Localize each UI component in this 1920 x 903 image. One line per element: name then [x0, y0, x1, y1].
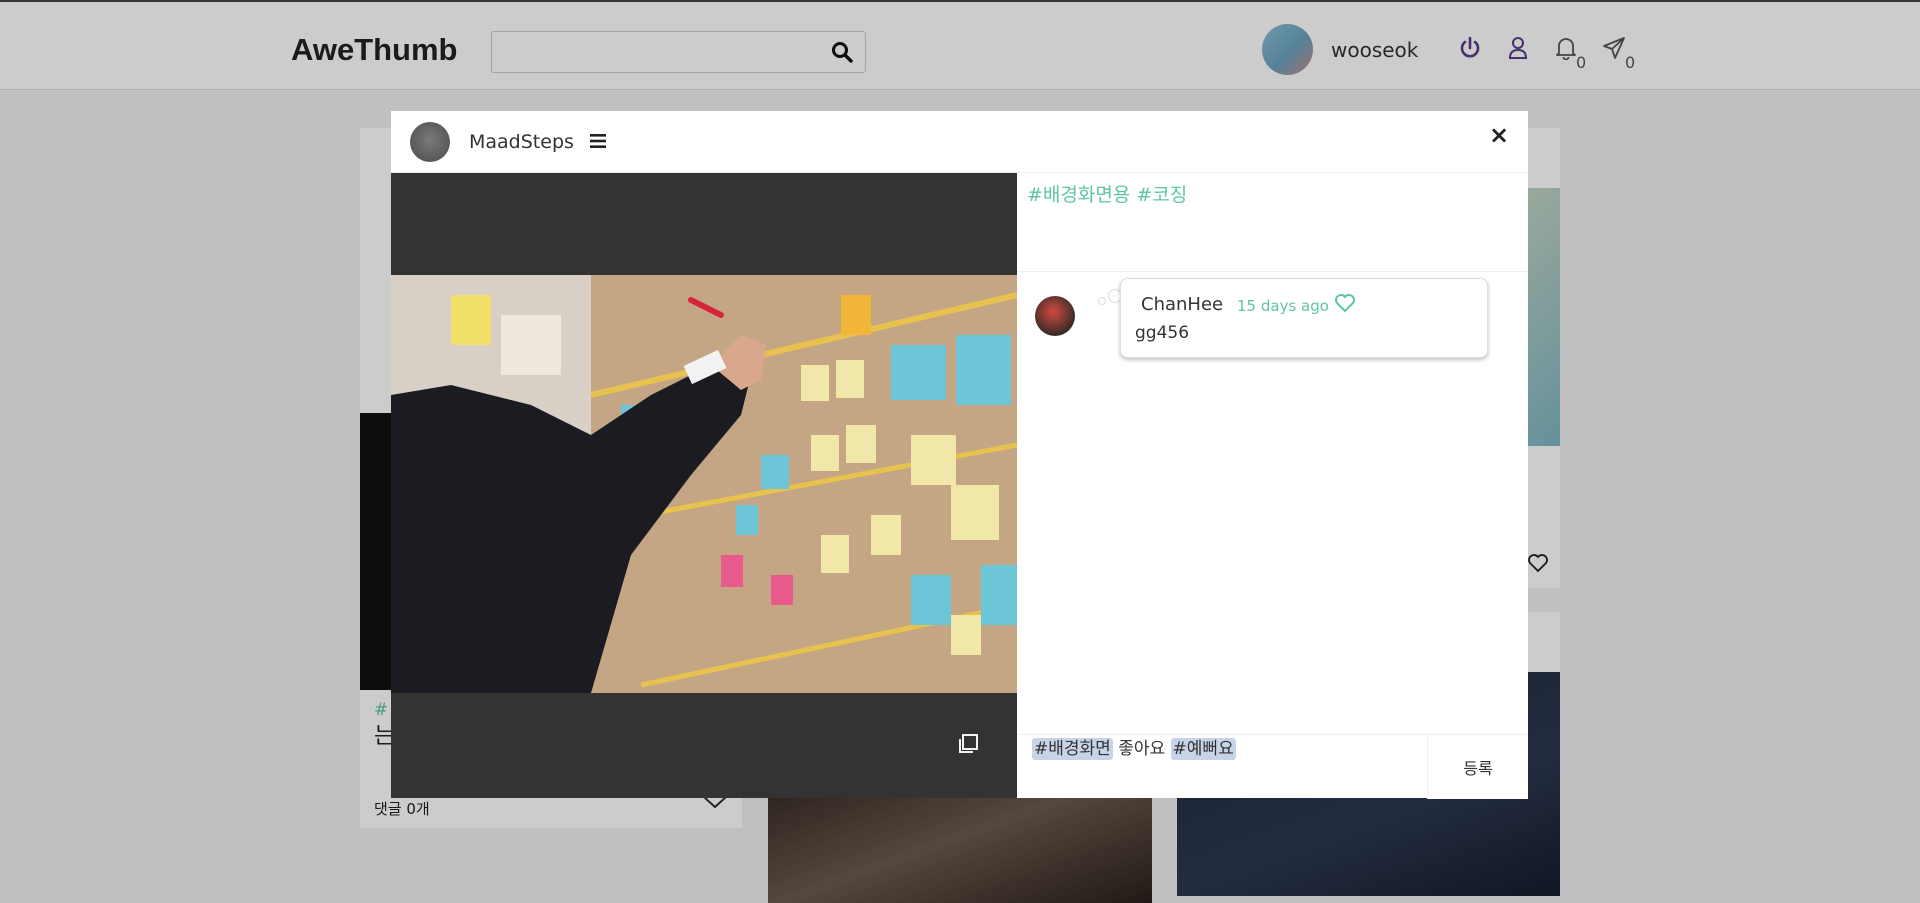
composer-text: 좋아요: [1112, 739, 1171, 759]
speech-bubble-tail: [1098, 297, 1106, 305]
submit-comment-button[interactable]: 등록: [1427, 735, 1528, 799]
comment-text: gg456: [1135, 323, 1190, 343]
post-media: [391, 173, 1017, 798]
post-sidebar: #배경화면용 #코징 ChanHee 15 days ago gg456 #배경…: [1017, 173, 1528, 799]
hashtag-chip: #예뻐요: [1170, 738, 1236, 760]
divider: [1017, 271, 1528, 272]
hamburger-icon[interactable]: [589, 132, 607, 154]
author-name[interactable]: MaadSteps: [469, 131, 574, 153]
close-icon[interactable]: ×: [1489, 121, 1509, 149]
commenter-name[interactable]: ChanHee: [1141, 294, 1223, 315]
heart-icon[interactable]: [1334, 293, 1356, 317]
commenter-avatar[interactable]: [1035, 296, 1075, 336]
comment-time: 15 days ago: [1237, 297, 1329, 315]
comment-bubble: ChanHee 15 days ago gg456: [1120, 278, 1488, 358]
post-photo[interactable]: [391, 275, 1017, 693]
author-avatar[interactable]: [410, 122, 450, 162]
post-modal: MaadSteps × #배경화면용 #코징 ChanHee 15 days a…: [391, 111, 1528, 799]
comment-composer: #배경화면 좋아요 #예뻐요 등록: [1017, 734, 1528, 799]
modal-header: MaadSteps ×: [391, 111, 1528, 173]
comment-input[interactable]: #배경화면 좋아요 #예뻐요: [1032, 735, 1422, 799]
post-hashtags[interactable]: #배경화면용 #코징: [1027, 180, 1187, 207]
hashtag-chip: #배경화면: [1032, 738, 1113, 760]
copy-icon[interactable]: [957, 733, 979, 759]
